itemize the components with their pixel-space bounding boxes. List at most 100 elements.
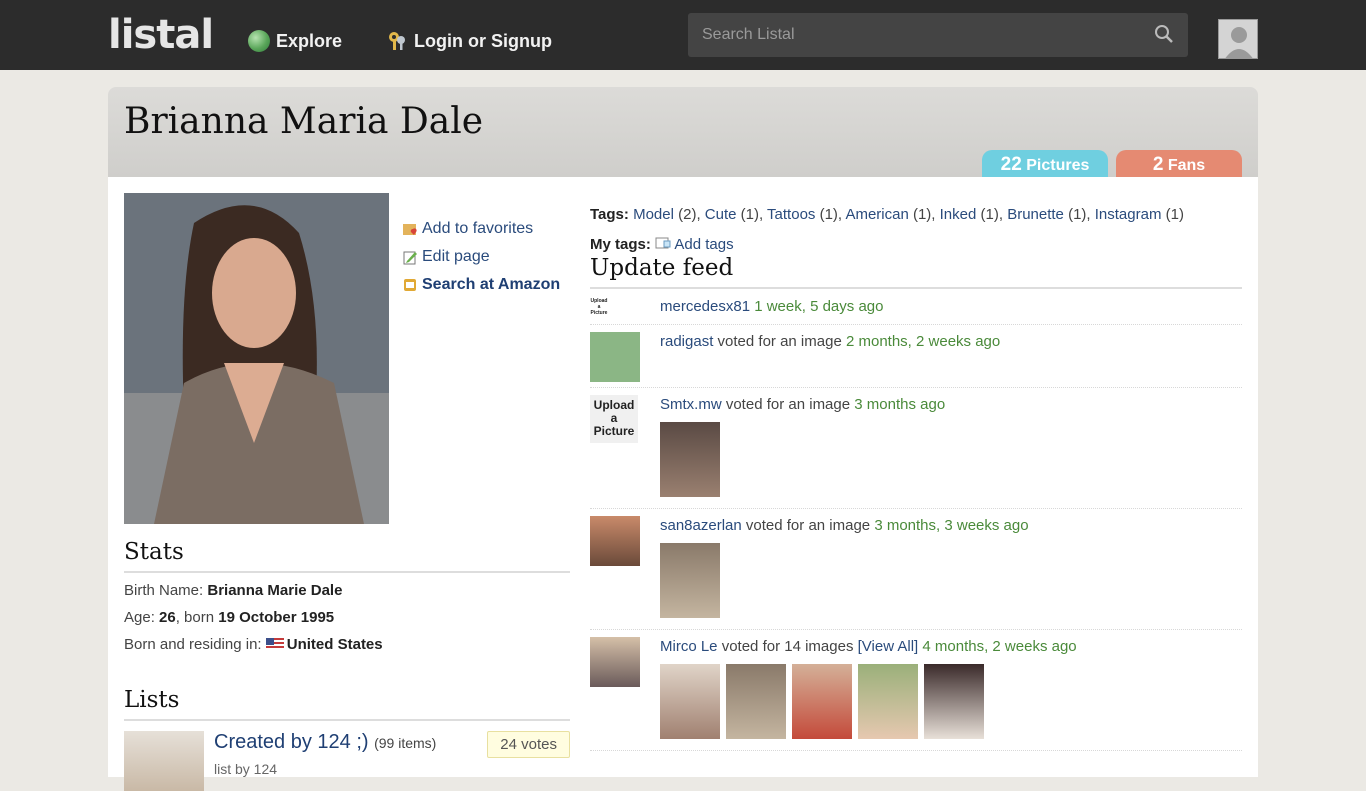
stats-heading: Stats <box>124 539 570 573</box>
tag-count: (1) <box>976 206 999 223</box>
tags-label: Tags: <box>590 206 629 223</box>
tag-american[interactable]: American <box>845 206 908 223</box>
voted-image-thumb[interactable] <box>726 664 786 739</box>
edit-page-label: Edit page <box>422 248 490 265</box>
feed-images <box>660 543 720 618</box>
feed-action: voted for an image <box>717 333 842 350</box>
user-thumb[interactable] <box>590 637 640 687</box>
globe-icon <box>248 30 270 52</box>
update-feed-heading: Update feed <box>590 255 1242 289</box>
feed-time: 4 months, 2 weeks ago <box>922 638 1077 655</box>
tag-brunette[interactable]: Brunette <box>1007 206 1064 223</box>
feed-user-link[interactable]: san8azerlan <box>660 517 742 534</box>
feed-item: Mirco Le voted for 14 images [View All] … <box>590 630 1242 751</box>
feed-text: Mirco Le voted for 14 images [View All] … <box>660 638 1077 655</box>
pencil-icon <box>403 251 417 265</box>
user-thumb[interactable] <box>590 332 640 382</box>
list-thumbnail[interactable] <box>124 731 204 791</box>
profile-photo-image <box>124 193 389 524</box>
us-flag-icon <box>265 638 284 650</box>
feed-user-link[interactable]: Smtx.mw <box>660 396 722 413</box>
birth-name-value: Brianna Marie Dale <box>207 582 343 599</box>
search-input[interactable] <box>688 26 1128 44</box>
age-label: Age: <box>124 609 155 626</box>
feed-time: 1 week, 5 days ago <box>754 298 884 315</box>
born-label: , born <box>175 609 215 626</box>
stats-section: Stats Birth Name: Brianna Marie Dale Age… <box>124 539 570 654</box>
search-amazon-label: Search at Amazon <box>422 276 561 293</box>
voted-image-thumb[interactable] <box>924 664 984 739</box>
birth-name-label: Birth Name: <box>124 582 204 599</box>
pictures-label: Pictures <box>1026 157 1090 174</box>
heart-folder-icon <box>403 224 417 235</box>
default-avatar-icon <box>1219 20 1257 58</box>
voted-image-thumb[interactable] <box>660 543 720 618</box>
feed-item: Upload a Picture Smtx.mw voted for an im… <box>590 388 1242 509</box>
residence-row: Born and residing in: United States <box>124 635 570 654</box>
feed-action: voted for an image <box>725 396 851 413</box>
feed-user-link[interactable]: mercedesx81 <box>660 298 750 315</box>
feed-text: mercedesx81 1 week, 5 days ago <box>660 298 883 315</box>
list-item: Created by 124 ;) (99 items) list by 124… <box>124 731 570 791</box>
voted-image-thumb[interactable] <box>792 664 852 739</box>
feed-user-link[interactable]: Mirco Le <box>660 638 718 655</box>
residence-label: Born and residing in: <box>124 636 262 653</box>
profile-photo[interactable] <box>124 193 389 524</box>
voted-image-thumb[interactable] <box>660 422 720 497</box>
age-row: Age: 26, born 19 October 1995 <box>124 608 570 627</box>
tag-tattoos[interactable]: Tattoos <box>767 206 815 223</box>
tag-count: (1) <box>1063 206 1087 223</box>
country-value[interactable]: United States <box>287 636 383 653</box>
listal-logo[interactable]: listal <box>108 12 214 58</box>
login-label: Login or Signup <box>414 31 552 51</box>
edit-page-link[interactable]: Edit page <box>402 243 560 271</box>
feed-time: 3 months, 3 weeks ago <box>874 517 1029 534</box>
feed-time: 2 months, 2 weeks ago <box>845 333 1001 350</box>
pictures-tab[interactable]: 22 Pictures <box>982 150 1108 178</box>
feed-images <box>660 422 720 497</box>
search-amazon-link[interactable]: Search at Amazon <box>402 271 560 299</box>
tag-count: (1) <box>815 206 838 223</box>
feed-text: Smtx.mw voted for an image 3 months ago <box>660 396 945 413</box>
add-tags-link[interactable]: Add tags <box>674 236 733 253</box>
feed-action: voted for an image <box>745 517 871 534</box>
page-actions: Add to favorites Edit page Search at Ama… <box>402 215 560 299</box>
lists-heading: Lists <box>124 687 570 721</box>
page-title: Brianna Maria Dale <box>124 101 484 142</box>
view-all-link[interactable]: [View All] <box>858 638 919 655</box>
login-signup-link[interactable]: Login or Signup <box>386 28 552 54</box>
list-title-link[interactable]: Created by 124 ;) (99 items) <box>214 731 436 754</box>
tag-model[interactable]: Model <box>633 206 674 223</box>
feed-item: radigast voted for an image 2 months, 2 … <box>590 325 1242 388</box>
upload-placeholder-thumb[interactable]: Upload a Picture <box>590 395 638 443</box>
fans-tab[interactable]: 2 Fans <box>1116 150 1242 178</box>
tag-instagram[interactable]: Instagram <box>1095 206 1162 223</box>
feed-text: san8azerlan voted for an image 3 months,… <box>660 517 1029 534</box>
user-avatar[interactable] <box>1218 19 1258 59</box>
feed-item: Upload a Picture mercedesx81 1 week, 5 d… <box>590 289 1242 325</box>
add-to-favorites-link[interactable]: Add to favorites <box>402 215 560 243</box>
tag-count: (1) <box>736 206 759 223</box>
list-item-count: (99 items) <box>374 735 437 751</box>
search-icon[interactable] <box>1154 24 1174 44</box>
add-tag-icon <box>655 237 671 249</box>
list-title: Created by 124 ;) <box>214 731 369 753</box>
amazon-icon <box>404 279 416 291</box>
feed-time: 3 months ago <box>854 396 946 413</box>
list-votes[interactable]: 24 votes <box>487 731 570 758</box>
upload-placeholder-thumb[interactable]: Upload a Picture <box>590 298 608 316</box>
user-thumb[interactable] <box>590 516 640 566</box>
feed-user-link[interactable]: radigast <box>660 333 713 350</box>
explore-link[interactable]: Explore <box>248 28 342 54</box>
born-value: 19 October 1995 <box>218 609 335 626</box>
tags-row: Tags: Model (2), Cute (1), Tattoos (1), … <box>590 206 1184 223</box>
tag-count: (1) <box>908 206 932 223</box>
feed-images <box>660 664 984 739</box>
birth-name-row: Birth Name: Brianna Marie Dale <box>124 581 570 600</box>
feed-text: radigast voted for an image 2 months, 2 … <box>660 333 1000 350</box>
tag-cute[interactable]: Cute <box>705 206 737 223</box>
voted-image-thumb[interactable] <box>858 664 918 739</box>
tag-inked[interactable]: Inked <box>940 206 977 223</box>
right-column: Tags: Model (2), Cute (1), Tattoos (1), … <box>590 205 1242 751</box>
voted-image-thumb[interactable] <box>660 664 720 739</box>
